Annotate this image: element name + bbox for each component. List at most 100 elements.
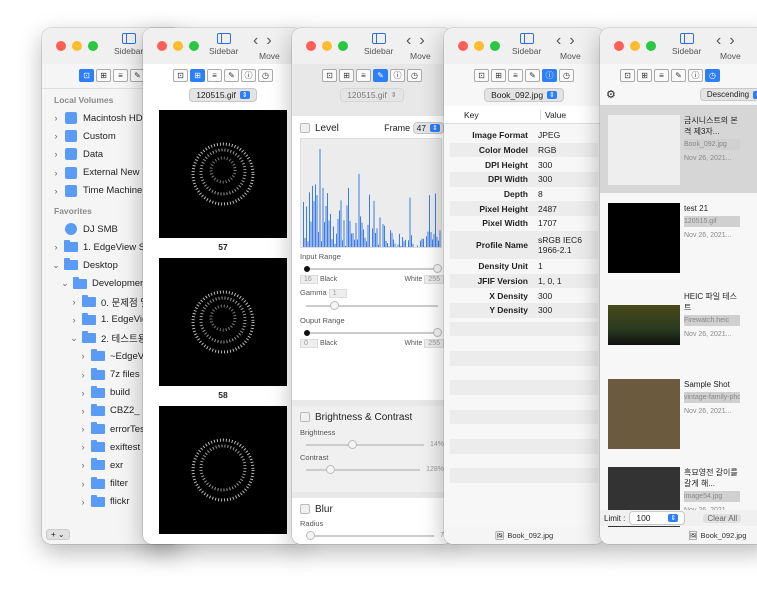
back-forward-icon[interactable]: ‹› [716, 32, 743, 50]
browser-view-icon[interactable]: ⊡ [620, 68, 635, 82]
move-button[interactable]: Move [720, 51, 741, 61]
move-button[interactable]: Move [560, 51, 581, 61]
history-view-icon[interactable]: ◷ [705, 68, 720, 82]
blur-checkbox[interactable] [300, 504, 310, 515]
history-view-icon[interactable]: ◷ [258, 68, 273, 82]
output-black-value[interactable]: 0 [300, 339, 318, 348]
thumbnail-view-icon[interactable]: ⊞ [190, 68, 205, 82]
info-row[interactable]: Profile Name sRGB IEC6 1966-2.1 [450, 230, 598, 259]
history-view-icon[interactable]: ◷ [559, 68, 574, 82]
history-item[interactable]: test 21 120515.gif Nov 26, 2021... [600, 193, 757, 281]
close-button[interactable] [306, 41, 316, 51]
chevron-right-icon[interactable]: › [50, 131, 62, 141]
info-row[interactable]: Image Format JPEG [450, 128, 598, 143]
radius-slider[interactable] [300, 528, 440, 542]
chevron-right-icon[interactable]: › [77, 351, 89, 361]
col-key[interactable]: Key [444, 110, 540, 120]
limit-select[interactable]: 100 ⇕ [629, 511, 686, 525]
history-item[interactable]: HEIC 파일 테스트 Firewatch.heic Nov 26, 2021... [600, 281, 757, 369]
contrast-slider[interactable] [300, 462, 426, 476]
thumbnail-image[interactable] [159, 258, 287, 386]
thumbnail-view-icon[interactable]: ⊞ [637, 68, 652, 82]
list-view-icon[interactable]: ≡ [356, 68, 371, 82]
minimize-button[interactable] [630, 41, 640, 51]
back-forward-icon[interactable]: ‹› [556, 32, 583, 50]
chevron-right-icon[interactable]: › [50, 113, 62, 123]
chevron-right-icon[interactable]: › [77, 370, 89, 380]
output-white-value[interactable]: 255 [424, 339, 444, 348]
chevron-right-icon[interactable]: › [77, 388, 89, 398]
chevron-down-icon[interactable]: ⌄ [50, 260, 62, 271]
back-forward-icon[interactable]: ‹› [406, 32, 433, 50]
output-range-slider[interactable] [300, 325, 444, 339]
zoom-button[interactable] [646, 41, 656, 51]
adjust-view-icon[interactable]: ✎ [525, 68, 540, 82]
col-value[interactable]: Value [540, 109, 566, 120]
info-row[interactable]: Pixel Height 2487 [450, 201, 598, 217]
history-item[interactable]: Sample Shot vintage-family-photo-14389...… [600, 369, 757, 457]
move-button[interactable]: Move [259, 51, 280, 61]
sidebar-toggle-button[interactable]: Sidebar [209, 33, 238, 56]
info-row[interactable]: Y Density 300 [450, 302, 598, 318]
sort-select[interactable]: Descending⇕ [699, 88, 757, 101]
input-black-value[interactable]: 16 [300, 275, 318, 284]
thumbnail-view-icon[interactable]: ⊞ [339, 68, 354, 82]
sidebar-toggle-button[interactable]: Sidebar [672, 33, 701, 56]
info-row[interactable]: X Density 300 [450, 288, 598, 303]
chevron-right-icon[interactable]: › [50, 242, 62, 252]
input-range-slider[interactable] [300, 261, 444, 275]
minimize-button[interactable] [474, 41, 484, 51]
chevron-down-icon[interactable]: ⌄ [68, 333, 80, 344]
adjust-view-icon[interactable]: ✎ [671, 68, 686, 82]
sidebar-toggle-button[interactable]: Sidebar [512, 33, 541, 56]
list-view-icon[interactable]: ≡ [207, 68, 222, 82]
close-button[interactable] [157, 41, 167, 51]
move-button[interactable]: Move [410, 51, 431, 61]
close-button[interactable] [458, 41, 468, 51]
sidebar-toggle-button[interactable]: Sidebar [364, 33, 393, 56]
chevron-right-icon[interactable]: › [77, 460, 89, 470]
brightness-slider[interactable] [300, 437, 430, 451]
thumbnail-image[interactable] [159, 406, 287, 534]
zoom-button[interactable] [490, 41, 500, 51]
chevron-right-icon[interactable]: › [77, 424, 89, 434]
browser-view-icon[interactable]: ⊡ [474, 68, 489, 82]
info-row[interactable]: Color Model RGB [450, 142, 598, 158]
chevron-right-icon[interactable]: › [77, 442, 89, 452]
frame-select[interactable]: 47 ⇕ [412, 122, 444, 134]
thumbnail-view-icon[interactable]: ⊞ [96, 68, 111, 82]
gamma-slider[interactable] [300, 298, 444, 312]
chevron-right-icon[interactable]: › [68, 297, 80, 307]
back-forward-icon[interactable]: ‹› [253, 32, 280, 50]
chevron-right-icon[interactable]: › [77, 479, 89, 489]
bc-checkbox[interactable] [300, 412, 310, 423]
info-view-icon[interactable]: ⓘ [542, 68, 557, 82]
file-selector[interactable]: Book_092.jpg ⇕ [444, 88, 604, 102]
chevron-right-icon[interactable]: › [50, 168, 62, 178]
list-view-icon[interactable]: ≡ [508, 68, 523, 82]
list-view-icon[interactable]: ≡ [113, 68, 128, 82]
chevron-right-icon[interactable]: › [68, 315, 80, 325]
adjust-view-icon[interactable]: ✎ [224, 68, 239, 82]
clear-all-button[interactable]: Clear All [703, 513, 742, 523]
gear-icon[interactable]: ⚙ [606, 88, 616, 101]
gamma-value[interactable]: 1 [328, 289, 347, 298]
info-view-icon[interactable]: ⓘ [390, 68, 405, 82]
info-row[interactable]: DPI Width 300 [450, 172, 598, 187]
info-row[interactable]: Density Unit 1 [450, 259, 598, 274]
chevron-down-icon[interactable]: ⌄ [59, 278, 71, 289]
chevron-right-icon[interactable]: › [50, 149, 62, 159]
info-row[interactable]: Depth 8 [450, 187, 598, 202]
sidebar-toggle-button[interactable]: Sidebar [114, 33, 143, 56]
file-selector[interactable]: 120515.gif ⇕ [143, 88, 303, 102]
info-view-icon[interactable]: ⓘ [688, 68, 703, 82]
zoom-button[interactable] [189, 41, 199, 51]
browser-view-icon[interactable]: ⊡ [173, 68, 188, 82]
minimize-button[interactable] [322, 41, 332, 51]
list-view-icon[interactable]: ≡ [654, 68, 669, 82]
close-button[interactable] [614, 41, 624, 51]
info-row[interactable]: DPI Height 300 [450, 157, 598, 172]
chevron-right-icon[interactable]: › [50, 186, 62, 196]
info-row[interactable]: JFIF Version 1, 0, 1 [450, 273, 598, 289]
chevron-right-icon[interactable]: › [77, 497, 89, 507]
